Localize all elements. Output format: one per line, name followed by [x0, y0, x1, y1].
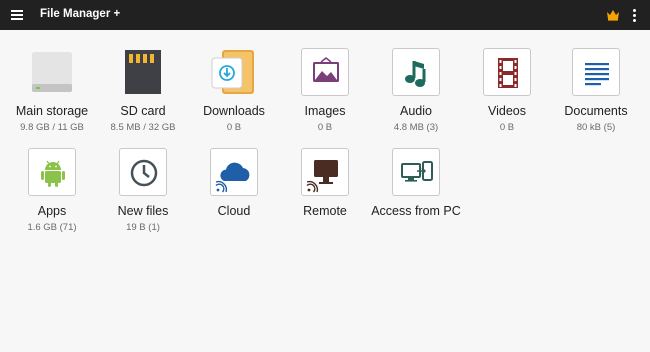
film-icon: [483, 48, 531, 96]
tile-subtitle: 0 B: [317, 122, 333, 133]
menu-icon[interactable]: [11, 9, 23, 21]
tile-subtitle: 9.8 GB / 11 GB: [20, 122, 84, 133]
tile-new-files[interactable]: New files 19 B (1): [93, 148, 193, 238]
tile-label: Access from PC: [371, 204, 461, 218]
tile-videos[interactable]: Videos 0 B: [457, 48, 557, 138]
music-note-icon: [392, 48, 440, 96]
tile-label: New files: [117, 204, 169, 218]
tile-label: Audio: [400, 104, 432, 118]
tile-subtitle: 4.8 MB (3): [393, 122, 439, 133]
tile-subtitle: 19 B (1): [126, 222, 160, 233]
app-title: File Manager +: [40, 8, 121, 20]
app-bar: File Manager +: [0, 0, 650, 30]
document-icon: [572, 48, 620, 96]
tile-subtitle: 0 B: [226, 122, 242, 133]
android-icon: [28, 148, 76, 196]
tile-label: Remote: [303, 204, 347, 218]
remote-monitor-icon: [301, 148, 349, 196]
tile-remote[interactable]: Remote: [275, 148, 375, 238]
tile-label: Apps: [37, 204, 67, 218]
tile-subtitle: 8.5 MB / 32 GB: [110, 122, 176, 133]
tile-apps[interactable]: Apps 1.6 GB (71): [2, 148, 102, 238]
tile-downloads[interactable]: Downloads 0 B: [184, 48, 284, 138]
tile-label: Videos: [488, 104, 526, 118]
clock-icon: [119, 148, 167, 196]
tile-images[interactable]: Images 0 B: [275, 48, 375, 138]
tile-subtitle: 0 B: [499, 122, 515, 133]
tile-label: Documents: [564, 104, 628, 118]
image-icon: [301, 48, 349, 96]
tile-label: Cloud: [217, 204, 251, 218]
more-vert-icon[interactable]: [630, 7, 638, 23]
cloud-icon: [210, 148, 258, 196]
tile-documents[interactable]: Documents 80 kB (5): [546, 48, 646, 138]
hard-drive-icon: [28, 48, 76, 96]
crown-icon[interactable]: [606, 9, 620, 21]
pc-access-icon: [392, 148, 440, 196]
download-folder-icon: [210, 48, 258, 96]
tile-access-from-pc[interactable]: Access from PC: [366, 148, 466, 238]
sd-card-icon: [119, 48, 167, 96]
tile-label: Images: [304, 104, 346, 118]
tile-subtitle: 80 kB (5): [576, 122, 616, 133]
tile-label: Downloads: [203, 104, 265, 118]
tile-label: Main storage: [15, 104, 89, 118]
tile-subtitle: 1.6 GB (71): [27, 222, 77, 233]
tile-audio[interactable]: Audio 4.8 MB (3): [366, 48, 466, 138]
tile-main-storage[interactable]: Main storage 9.8 GB / 11 GB: [2, 48, 102, 138]
tile-label: SD card: [120, 104, 166, 118]
tile-cloud[interactable]: Cloud: [184, 148, 284, 238]
tile-sd-card[interactable]: SD card 8.5 MB / 32 GB: [93, 48, 193, 138]
